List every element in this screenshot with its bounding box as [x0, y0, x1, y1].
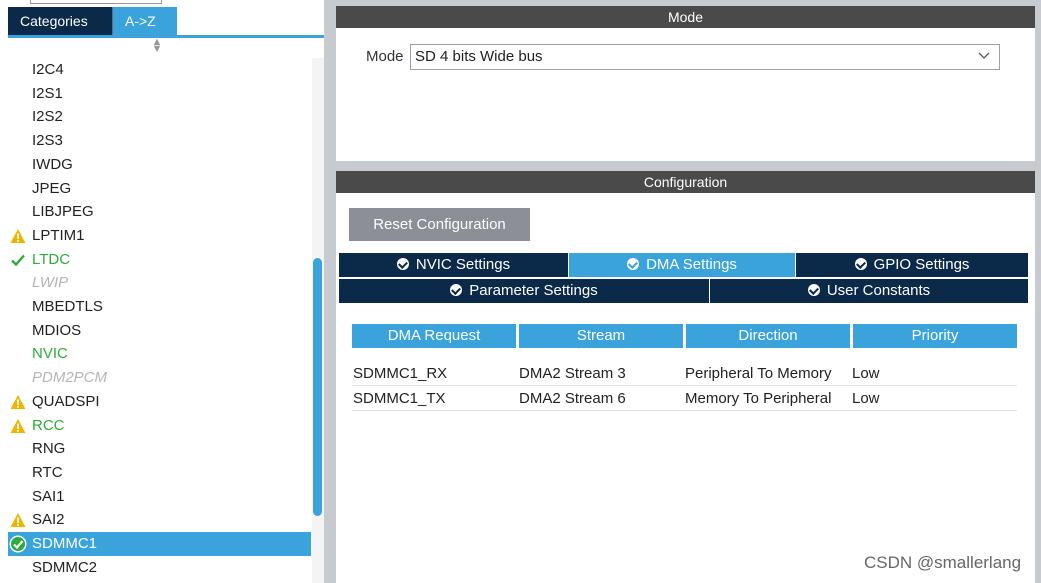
column-header-priority[interactable]: Priority	[853, 324, 1017, 348]
sidebar-item-iwdg[interactable]: IWDG	[8, 153, 311, 177]
sidebar-item-sdmmc1[interactable]: SDMMC1	[8, 532, 311, 556]
sidebar-item-label: LWIP	[32, 274, 69, 292]
check-circle-icon	[854, 258, 867, 270]
mode-label: Mode	[366, 48, 404, 65]
sidebar-item-i2s3[interactable]: I2S3	[8, 129, 311, 153]
sidebar-item-label: I2S2	[32, 108, 63, 126]
list-scrollbar-thumb[interactable]	[313, 258, 322, 516]
sidebar-item-label: I2S1	[32, 84, 63, 102]
tab-underline	[8, 35, 324, 38]
tab-nvic-settings[interactable]: NVIC Settings	[339, 253, 568, 277]
tab-label: DMA Settings	[646, 256, 737, 273]
cell-direction: Peripheral To Memory	[685, 365, 832, 382]
sidebar-item-sai2[interactable]: SAI2	[8, 508, 311, 532]
tab-label: User Constants	[826, 282, 931, 299]
check-circle-icon	[450, 284, 463, 296]
warning-icon	[10, 418, 26, 434]
sidebar-item-label: RTC	[32, 463, 63, 481]
sidebar-item-i2s2[interactable]: I2S2	[8, 105, 311, 129]
sort-icon[interactable]: ▲ ▼	[150, 37, 164, 55]
sidebar-item-label: QUADSPI	[32, 392, 100, 410]
mode-header: Mode	[336, 6, 1035, 28]
cell-stream: DMA2 Stream 6	[519, 390, 626, 407]
sidebar-item-label: SAI2	[32, 511, 65, 529]
warning-icon	[10, 512, 26, 528]
sidebar-item-label: RCC	[32, 416, 65, 434]
reset-configuration-button[interactable]: Reset Configuration	[349, 208, 530, 241]
check-circle-icon	[627, 258, 640, 270]
sidebar-item-nvic[interactable]: NVIC	[8, 342, 311, 366]
sidebar-item-label: LIBJPEG	[32, 203, 94, 221]
tab-label: GPIO Settings	[873, 256, 970, 273]
cell-direction: Memory To Peripheral	[685, 390, 832, 407]
tab-label: Parameter Settings	[469, 282, 598, 299]
warning-icon	[10, 228, 26, 244]
tab-label: NVIC Settings	[415, 256, 511, 273]
chevron-down-icon	[977, 48, 991, 65]
sidebar-item-libjpeg[interactable]: LIBJPEG	[8, 200, 311, 224]
cell-dma-request: SDMMC1_RX	[353, 365, 448, 382]
configuration-header: Configuration	[336, 171, 1035, 193]
sidebar-item-label: I2S3	[32, 132, 63, 150]
sidebar-item-rng[interactable]: RNG	[8, 437, 311, 461]
sidebar-item-pdm2pcm[interactable]: PDM2PCM	[8, 366, 311, 390]
sidebar-item-mdios[interactable]: MDIOS	[8, 319, 311, 343]
sidebar-item-jpeg[interactable]: JPEG	[8, 177, 311, 201]
table-row[interactable]: SDMMC1_TX DMA2 Stream 6 Memory To Periph…	[352, 387, 1017, 411]
sidebar-item-label: MDIOS	[32, 321, 82, 339]
sidebar-item-label: SDMMC2	[32, 558, 98, 576]
tab-a-to-z[interactable]: A->Z	[113, 7, 177, 35]
column-header-dma-request[interactable]: DMA Request	[352, 324, 516, 348]
check-circle-icon	[807, 284, 820, 296]
sidebar-item-lptim1[interactable]: LPTIM1	[8, 224, 311, 248]
tab-gpio-settings[interactable]: GPIO Settings	[796, 253, 1028, 277]
sidebar-item-label: PDM2PCM	[32, 369, 108, 387]
cell-stream: DMA2 Stream 3	[519, 365, 626, 382]
peripheral-panel: Categories A->Z ▲ ▼ I2C4 I2S1 I2S2 I2S3 IWDG J…	[0, 0, 327, 583]
sidebar-item-label: SAI1	[32, 487, 65, 505]
sidebar-item-label: NVIC	[32, 345, 68, 363]
sidebar-item-i2s1[interactable]: I2S1	[8, 82, 311, 106]
sidebar-item-label: SDMMC1	[32, 535, 98, 552]
sidebar-item-ltdc[interactable]: LTDC	[8, 248, 311, 272]
sidebar-item-label: MBEDTLS	[32, 298, 103, 315]
sidebar-item-rcc[interactable]: RCC	[8, 414, 311, 438]
sidebar-item-sai1[interactable]: SAI1	[8, 485, 311, 509]
sidebar-item-label: RNG	[32, 440, 66, 458]
sidebar-item-sdmmc2[interactable]: SDMMC2	[8, 556, 311, 580]
check-circle-icon	[9, 535, 27, 553]
check-icon	[10, 252, 26, 268]
sidebar-item-label: I2C4	[32, 61, 64, 78]
check-circle-icon	[396, 258, 409, 270]
sidebar-item-label: JPEG	[32, 179, 72, 197]
cell-dma-request: SDMMC1_TX	[353, 390, 446, 407]
column-header-stream[interactable]: Stream	[519, 324, 683, 348]
sidebar-item-label: IWDG	[32, 155, 73, 173]
sidebar-item-mbedtls[interactable]: MBEDTLS	[8, 295, 311, 319]
column-header-direction[interactable]: Direction	[686, 324, 850, 348]
tab-categories[interactable]: Categories	[8, 7, 113, 35]
configuration-panel: Configuration Reset Configuration NVIC S…	[336, 171, 1035, 583]
warning-icon	[10, 394, 26, 410]
tab-user-constants[interactable]: User Constants	[710, 279, 1028, 303]
cell-priority: Low	[852, 390, 880, 407]
sidebar-item-label: LPTIM1	[32, 226, 85, 244]
sidebar-item-i2c4[interactable]: I2C4	[8, 58, 311, 82]
sidebar-item-label: LTDC	[32, 250, 71, 268]
sidebar-item-lwip[interactable]: LWIP	[8, 271, 311, 295]
sidebar-item-rtc[interactable]: RTC	[8, 461, 311, 485]
sidebar-item-quadspi[interactable]: QUADSPI	[8, 390, 311, 414]
search-box-edge	[30, 0, 162, 4]
tab-dma-settings[interactable]: DMA Settings	[569, 253, 795, 277]
panel-splitter[interactable]	[324, 0, 336, 583]
mode-select[interactable]: SD 4 bits Wide bus	[410, 44, 1000, 70]
watermark: CSDN @smallerlang	[864, 553, 1022, 572]
mode-select-value: SD 4 bits Wide bus	[415, 48, 543, 65]
peripheral-list: I2C4 I2S1 I2S2 I2S3 IWDG JPEG LIBJPEG LPTIM1 LTD…	[8, 58, 311, 583]
table-row[interactable]: SDMMC1_RX DMA2 Stream 3 Peripheral To Me…	[352, 362, 1017, 386]
cell-priority: Low	[852, 365, 880, 382]
mode-panel: Mode Mode SD 4 bits Wide bus	[336, 6, 1035, 161]
tab-parameter-settings[interactable]: Parameter Settings	[339, 279, 709, 303]
category-tabbar: Categories A->Z	[8, 7, 324, 35]
